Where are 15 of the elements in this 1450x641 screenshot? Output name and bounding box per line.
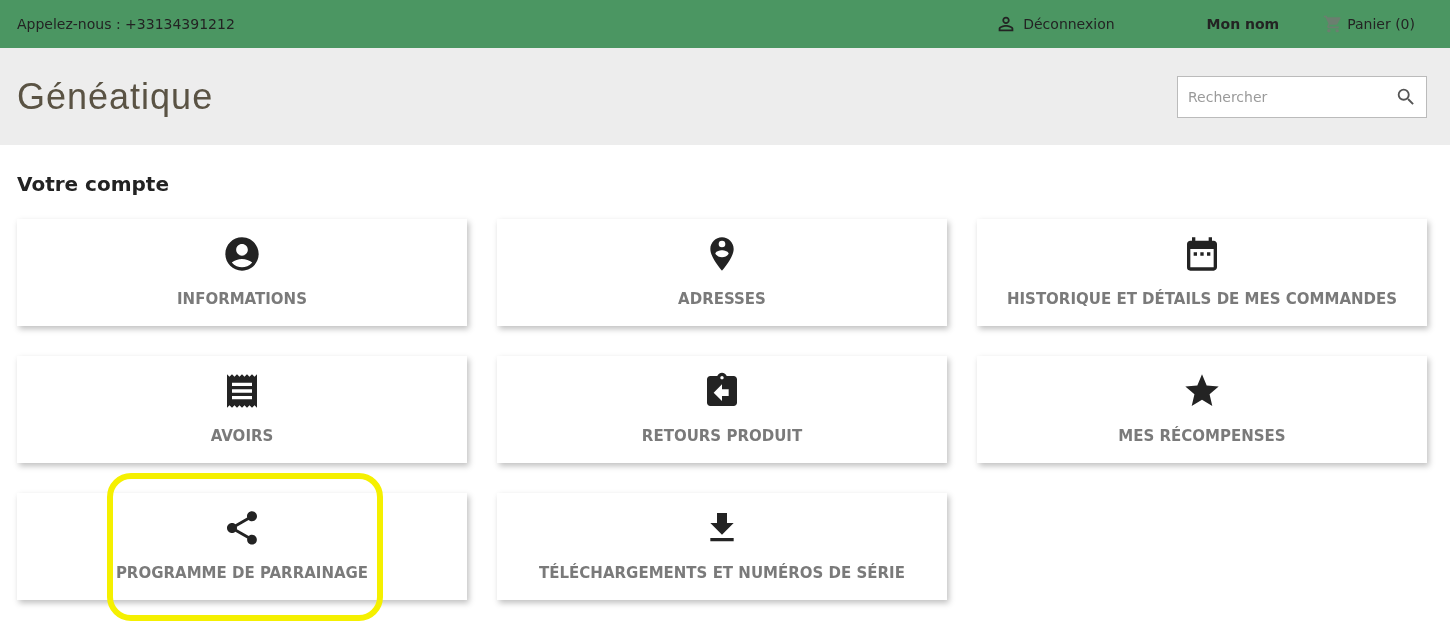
account-tile[interactable]: HISTORIQUE ET DÉTAILS DE MES COMMANDES [977, 219, 1427, 326]
account-tile[interactable]: AVOIRS [17, 356, 467, 463]
account-tile[interactable]: PROGRAMME DE PARRAINAGE [17, 493, 467, 600]
account-tile[interactable]: RETOURS PRODUIT [497, 356, 947, 463]
logo[interactable]: Généatique [17, 69, 214, 124]
account-tile[interactable]: TÉLÉCHARGEMENTS ET NUMÉROS DE SÉRIE [497, 493, 947, 600]
logout-link[interactable]: Déconnexion [995, 13, 1115, 35]
page-title: Votre compte [17, 171, 170, 198]
phone-text: Appelez-nous : +33134391212 [17, 14, 236, 34]
account-tile[interactable]: MES RÉCOMPENSES [977, 356, 1427, 463]
cart-link[interactable]: Panier (0) [1323, 13, 1415, 35]
user-name[interactable]: Mon nom [1206, 13, 1280, 35]
search-field[interactable]: Rechercher [1177, 75, 1427, 118]
account-tile[interactable]: ADRESSES [497, 219, 947, 326]
account-tile[interactable]: INFORMATIONS [17, 219, 467, 326]
